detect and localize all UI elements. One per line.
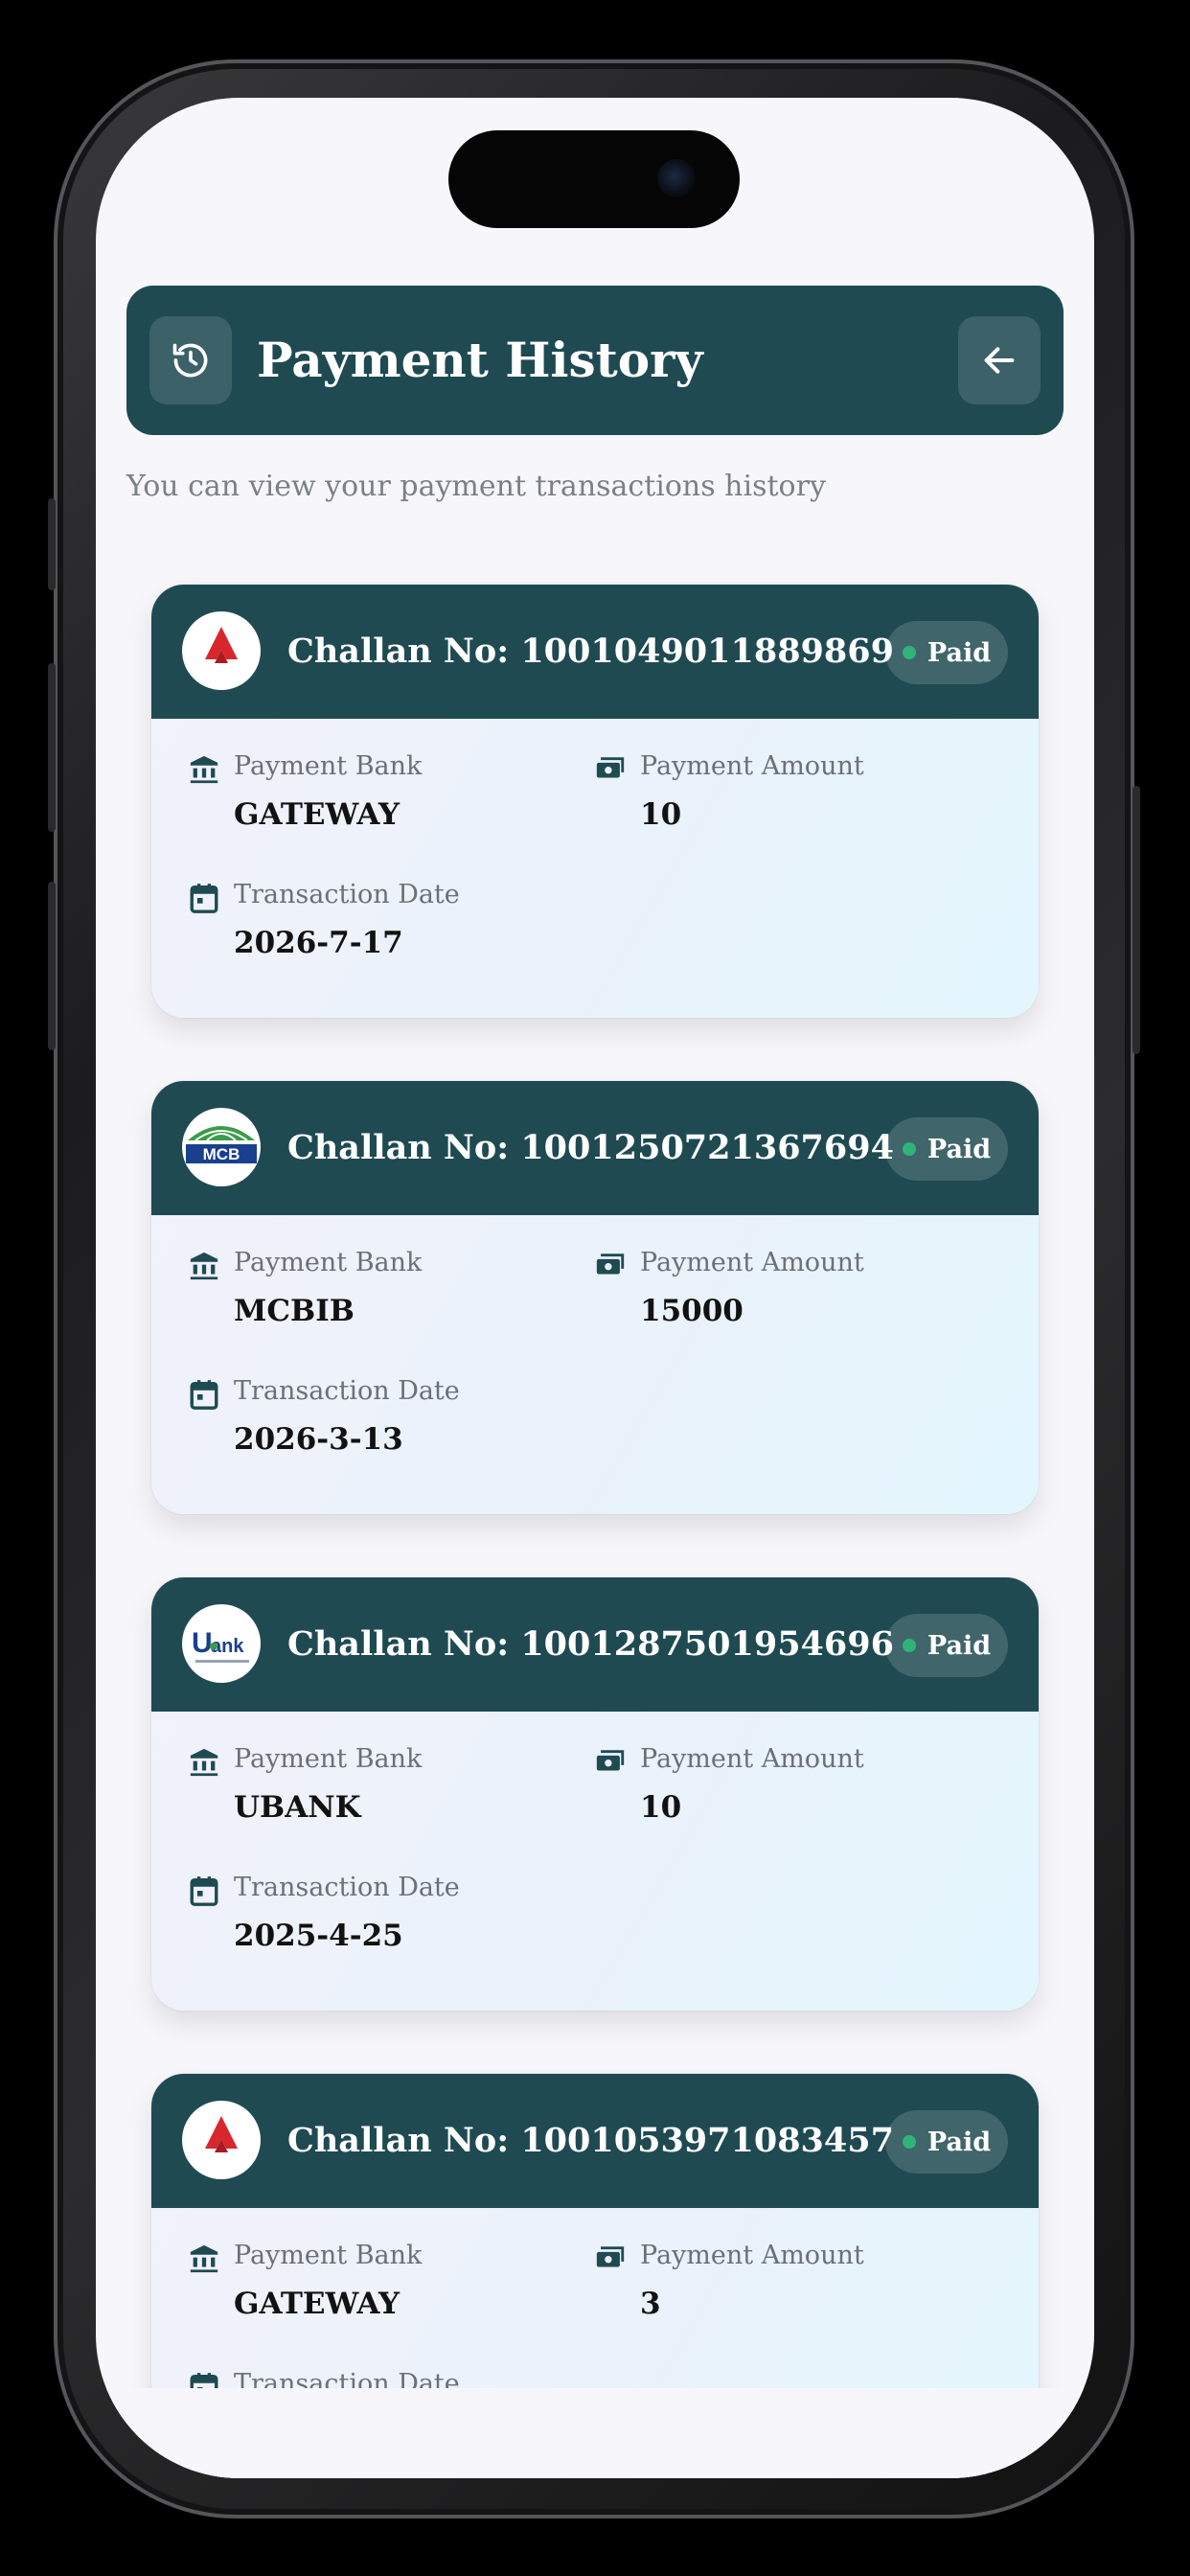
bank-icon [190,1748,218,1777]
transaction-card[interactable]: Challan No: 1001049011889869 Paid Paymen… [151,585,1039,1018]
amount-value: 15000 [640,1294,744,1328]
bank-label: Payment Bank [234,1744,423,1774]
ubank-logo: U ank [182,1604,261,1683]
bank-icon [190,755,218,784]
date-value: 2026-7-17 [234,926,403,960]
cash-icon [596,2246,625,2267]
svg-text:U: U [192,1627,213,1659]
status-dot [902,1142,916,1156]
bank-label: Payment Bank [234,2241,423,2270]
date-value: 2026-3-13 [234,1422,403,1457]
action-button [48,498,56,590]
amount-label: Payment Amount [640,1248,864,1277]
arrow-left-icon [984,347,1015,374]
status-dot [902,1639,916,1652]
amount-value: 3 [640,2287,661,2321]
status-badge: Paid [885,1614,1008,1677]
transaction-card[interactable]: U ank Challan No: 1001287501954696 Paid … [151,1577,1039,2011]
history-icon [172,343,208,378]
transaction-card[interactable]: MCB Challan No: 1001250721367694 Paid Pa… [151,1081,1039,1514]
amount-label: Payment Amount [640,751,864,781]
history-button[interactable] [149,316,232,404]
page-subtitle: You can view your payment transactions h… [126,470,826,503]
bank-value: GATEWAY [234,2287,400,2321]
bank-alfalah-logo [182,2101,261,2179]
app-screen: Payment History You can view your paymen… [96,98,1094,2478]
calendar-icon [190,1380,218,1410]
date-label: Transaction Date [234,880,460,909]
bank-label: Payment Bank [234,1248,423,1277]
amount-value: 10 [640,1790,682,1825]
status-badge: Paid [885,2110,1008,2174]
status-dot [902,646,916,659]
card-header: Challan No: 1001053971083457 Paid [151,2074,1039,2208]
bank-label: Payment Bank [234,751,423,781]
power-button [1133,786,1140,1054]
bank-icon [190,1252,218,1280]
challan-number: Challan No: 1001287501954696 [287,1624,894,1664]
bank-value: MCBIB [234,1294,355,1328]
page-title: Payment History [257,332,703,388]
card-header: MCB Challan No: 1001250721367694 Paid [151,1081,1039,1215]
bank-value: UBANK [234,1790,361,1825]
status-badge: Paid [885,1117,1008,1181]
calendar-icon [190,884,218,913]
challan-number: Challan No: 1001053971083457 [287,2121,894,2160]
bank-value: GATEWAY [234,797,400,832]
date-value: 2025-4-25 [234,1919,403,1953]
cash-icon [596,1254,625,1275]
card-header: U ank Challan No: 1001287501954696 Paid [151,1577,1039,1712]
volume-up-button [48,663,56,832]
cash-icon [596,1750,625,1771]
challan-number: Challan No: 1001049011889869 [287,632,894,671]
amount-value: 10 [640,797,682,832]
card-header: Challan No: 1001049011889869 Paid [151,585,1039,719]
back-button[interactable] [958,316,1041,404]
volume-down-button [48,882,56,1050]
status-dot [902,2135,916,2149]
page-header: Payment History [126,286,1064,435]
svg-text:MCB: MCB [203,1145,240,1163]
calendar-icon [190,1876,218,1906]
amount-label: Payment Amount [640,1744,864,1774]
date-label: Transaction Date [234,1873,460,1902]
mcb-islamic-logo: MCB [182,1108,261,1186]
bottom-bar [96,2388,1094,2478]
date-label: Transaction Date [234,1376,460,1406]
status-badge: Paid [885,621,1008,684]
cash-icon [596,757,625,778]
bank-icon [190,2244,218,2273]
dynamic-island [448,130,740,228]
challan-number: Challan No: 1001250721367694 [287,1128,894,1167]
bank-alfalah-logo [182,611,261,690]
amount-label: Payment Amount [640,2241,864,2270]
